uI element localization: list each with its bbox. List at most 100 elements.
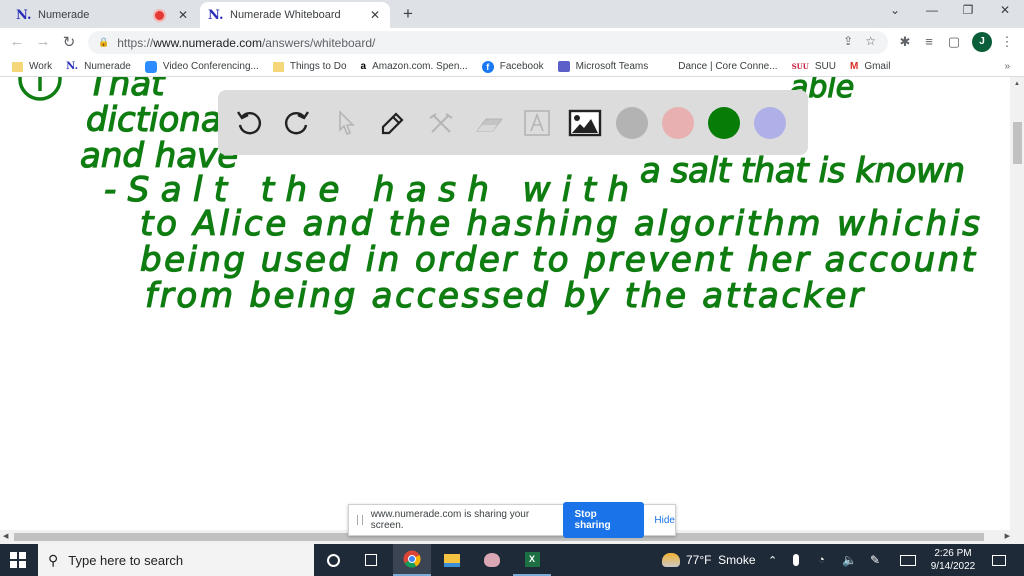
color-swatch-pink[interactable] xyxy=(662,106,694,139)
crossed-tools-icon xyxy=(429,112,453,133)
image-tool-button[interactable] xyxy=(568,106,602,140)
weather-widget[interactable]: 77°F Smoke xyxy=(662,544,756,576)
tab-label: Numerade xyxy=(38,9,90,21)
bookmark-amazon[interactable]: a Amazon.com. Spen... xyxy=(361,61,468,72)
tab-close-icon[interactable]: ✕ xyxy=(176,8,190,22)
bookmark-facebook[interactable]: f Facebook xyxy=(481,60,544,73)
bookmarks-bar: Work N. Numerade Video Conferencing... Th… xyxy=(0,57,1024,77)
show-hidden-icons-button[interactable]: ⌃ xyxy=(768,544,777,576)
weather-text: 77°F Smoke xyxy=(686,553,756,567)
screen-share-bar: www.numerade.com is sharing your screen.… xyxy=(348,502,676,538)
media-queue-icon[interactable]: ≡ xyxy=(920,34,938,49)
select-tool-button[interactable] xyxy=(328,106,362,140)
bookmark-video-conferencing[interactable]: Video Conferencing... xyxy=(144,60,259,73)
vertical-scroll-thumb[interactable] xyxy=(1013,122,1022,164)
menu-kebab-icon[interactable]: ⋮ xyxy=(998,34,1016,50)
taskbar-snipping-tool[interactable] xyxy=(473,544,511,576)
window-close-button[interactable]: ✕ xyxy=(993,3,1017,17)
redo-button[interactable] xyxy=(280,106,314,140)
clock-time: 2:26 PM xyxy=(934,548,972,559)
scroll-left-arrow-icon[interactable]: ◀ xyxy=(3,532,8,540)
scroll-up-arrow-icon[interactable]: ▲ xyxy=(1014,81,1020,87)
side-panel-icon[interactable]: ▢ xyxy=(945,34,963,50)
handwriting-line: dictiona xyxy=(86,100,222,140)
numerade-logo-icon: N. xyxy=(208,7,224,23)
reload-button[interactable]: ↻ xyxy=(60,33,78,51)
bookmark-work[interactable]: Work xyxy=(12,61,52,72)
bookmark-label: Dance | Core Conne... xyxy=(678,61,778,72)
windows-start-button[interactable] xyxy=(10,552,26,568)
drag-handle-icon[interactable] xyxy=(357,515,363,525)
bookmark-microsoft-teams[interactable]: Microsoft Teams xyxy=(557,61,648,72)
bookmark-dance-core[interactable]: Dance | Core Conne... xyxy=(678,61,777,72)
bookmark-numerade[interactable]: N. Numerade xyxy=(66,61,131,72)
forward-button[interactable]: → xyxy=(34,33,52,50)
lock-icon: 🔒 xyxy=(98,37,110,47)
microphone-icon[interactable] xyxy=(793,544,799,576)
hide-button[interactable]: Hide xyxy=(654,515,675,526)
pen-icon xyxy=(381,111,404,134)
tools-button[interactable] xyxy=(424,106,458,140)
bookmarks-overflow-button[interactable]: » xyxy=(1004,61,1010,72)
restore-button[interactable]: ❐ xyxy=(956,3,980,17)
suu-icon: SUU xyxy=(791,62,809,71)
redo-icon xyxy=(285,110,309,134)
url-host: www.numerade.com xyxy=(153,35,262,50)
profile-avatar[interactable]: J xyxy=(972,32,992,52)
pen-workspace-icon[interactable]: ✎ xyxy=(870,544,880,576)
keyboard-icon[interactable] xyxy=(900,544,916,576)
address-bar[interactable]: 🔒 https://www.numerade.com/answers/white… xyxy=(88,31,888,54)
task-view-icon xyxy=(365,554,377,566)
teams-icon xyxy=(557,61,570,72)
scroll-right-arrow-icon[interactable]: ▶ xyxy=(1005,532,1010,540)
windows-logo-icon xyxy=(19,561,26,568)
notifications-button[interactable] xyxy=(992,544,1006,576)
volume-icon[interactable]: 🔈 xyxy=(842,544,857,576)
search-icon: ⚲ xyxy=(48,551,59,568)
color-swatch-gray[interactable] xyxy=(616,106,648,139)
bookmark-gmail[interactable]: M Gmail xyxy=(850,61,890,72)
tab-numerade[interactable]: N. Numerade ✕ xyxy=(8,2,198,28)
bookmark-label: Amazon.com. Spen... xyxy=(372,61,468,72)
task-view-button[interactable] xyxy=(352,544,390,576)
bookmark-things-to-do[interactable]: Things to Do xyxy=(272,61,347,72)
cortana-circle-icon xyxy=(326,553,340,567)
wifi-icon[interactable]: ◔ xyxy=(818,544,825,576)
cortana-button[interactable] xyxy=(314,544,352,576)
bookmark-suu[interactable]: SUU SUU xyxy=(792,61,836,72)
color-swatch-lavender[interactable] xyxy=(754,106,786,139)
pointer-arrow-icon xyxy=(339,109,355,135)
notification-icon xyxy=(992,554,1006,566)
new-tab-button[interactable]: + xyxy=(398,4,418,24)
back-button[interactable]: ← xyxy=(8,33,26,50)
tab-search-icon[interactable]: ⌄ xyxy=(883,3,907,17)
taskbar-search-box[interactable]: ⚲ Type here to search xyxy=(38,544,314,576)
taskbar-file-explorer[interactable] xyxy=(433,544,471,576)
bookmark-star-icon[interactable]: ☆ xyxy=(865,34,876,48)
bookmark-label: Work xyxy=(29,61,53,72)
numerade-logo-icon: N. xyxy=(16,7,32,23)
image-icon xyxy=(568,109,602,136)
system-clock[interactable]: 2:26 PM 9/14/2022 xyxy=(920,547,986,573)
extensions-puzzle-icon[interactable]: ✱ xyxy=(896,34,914,50)
taskbar-chrome[interactable] xyxy=(393,544,431,576)
pen-tool-button[interactable] xyxy=(376,106,410,140)
excel-icon: X xyxy=(524,551,540,567)
taskbar: ⚲ Type here to search X 77°F Smoke ⌃ ◔ 🔈… xyxy=(0,544,1024,576)
share-icon[interactable]: ⇪ xyxy=(843,34,853,48)
tab-numerade-whiteboard[interactable]: N. Numerade Whiteboard ✕ xyxy=(200,2,390,28)
tab-close-icon[interactable]: ✕ xyxy=(368,8,382,22)
bookmark-label: Facebook xyxy=(499,61,544,72)
vertical-scrollbar[interactable]: ▲ xyxy=(1010,77,1024,530)
chrome-icon xyxy=(403,550,421,568)
color-swatch-green[interactable] xyxy=(708,106,740,139)
snipping-tool-icon xyxy=(484,553,500,567)
text-tool-button[interactable] xyxy=(520,106,554,140)
stop-sharing-button[interactable]: Stop sharing xyxy=(562,502,645,538)
minimize-button[interactable]: — xyxy=(920,3,944,17)
gmail-icon: M xyxy=(849,61,859,72)
eraser-tool-button[interactable] xyxy=(472,106,506,140)
bookmark-label: Things to Do xyxy=(289,61,347,72)
undo-button[interactable] xyxy=(232,106,266,140)
taskbar-excel[interactable]: X xyxy=(513,544,551,576)
